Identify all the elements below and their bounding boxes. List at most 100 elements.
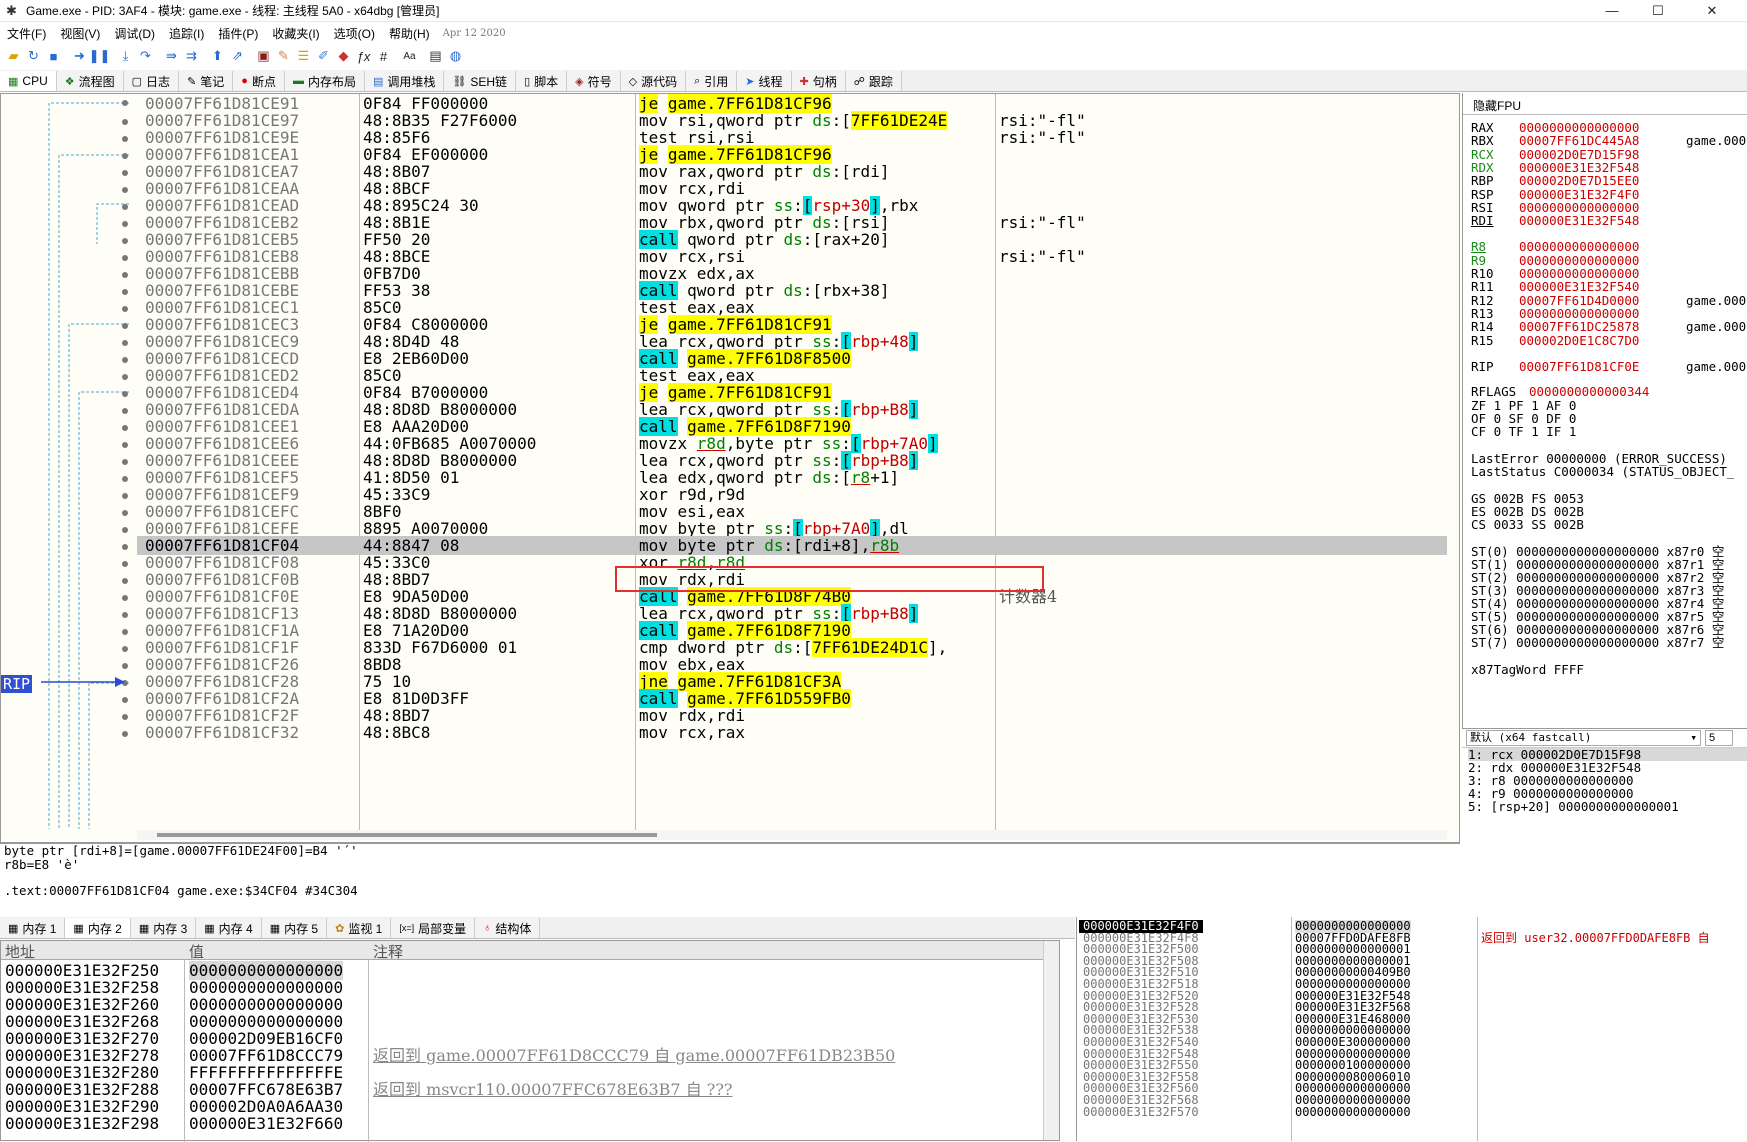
pause-icon[interactable]: ❚❚ [89,47,111,65]
x87-tagword[interactable]: x87TagWord FFFF [1471,663,1584,677]
tab-handles[interactable]: ✚ 句柄 [791,71,846,91]
info-line: .text:00007FF61D81CF04 game.exe:$34CF04 … [4,883,358,898]
tab-source[interactable]: ◇ 源代码 [620,71,687,91]
column-header-value[interactable]: 值 [189,941,204,962]
register-rdi[interactable]: RDI 000000E31E32F548 [1471,214,1639,228]
tab-memory-2[interactable]: ▦ 内存 2 [65,918,131,938]
tab-threads[interactable]: ➤ 线程 [737,71,792,91]
font-icon[interactable]: Aa [400,47,419,65]
hash-icon[interactable]: # [374,47,393,65]
close-icon[interactable]: ✕ [1690,0,1734,22]
calculator-icon[interactable]: ▤ [426,47,445,65]
watch-icon: ✿ [335,922,345,935]
column-header-comment[interactable]: 注释 [373,941,403,962]
instruction-bytes: 48:8BC8 [363,723,431,742]
tab-seh[interactable]: ⛓ SEH链 [444,71,517,91]
maximize-icon[interactable]: ☐ [1636,0,1680,22]
step-over-icon[interactable]: ↷ [136,47,155,65]
flowchart-icon: ❖ [64,75,75,88]
tab-symbols[interactable]: ◈ 符号 [567,71,621,91]
menu-plugins[interactable]: 插件(P) [211,25,265,42]
register-annotation: game.000 [1686,292,1747,308]
callstack-icon: ▤ [372,75,384,88]
disassembly-pane[interactable]: RIP 00007FF61D81CE91 0F84 FF000000 je game… [0,93,1460,843]
trace-into-icon[interactable]: ⇛ [162,47,181,65]
run-to-user-code-icon[interactable]: ⇗ [228,47,247,65]
fx-icon[interactable]: ƒx [354,47,373,65]
register-r15[interactable]: R15 000002D0E1C8C7D0 [1471,333,1639,348]
locals-icon: [x=] [399,923,415,933]
trace-over-icon[interactable]: ⇉ [182,47,201,65]
tab-references[interactable]: ⌕ 引用 [686,71,738,91]
minimize-icon[interactable]: — [1590,0,1634,22]
register-annotation: game.000 [1686,133,1747,149]
menu-trace[interactable]: 追踪(I) [162,25,211,42]
last-status[interactable]: LastStatus C0000034 (STATUS_OBJECT_ [1471,465,1734,479]
horizontal-scrollbar[interactable] [137,830,1447,840]
tab-struct[interactable]: ♁ 结构体 [475,918,541,938]
arguments-pane[interactable]: 1: rcx 000002D0E7D15F98 2: rdx 000000E31… [1462,748,1747,913]
bookmark-icon[interactable]: ✐ [314,47,333,65]
dump-row[interactable]: 000000E31E32F298 000000E31E32F660 [1,1114,1059,1133]
tab-memory-map[interactable]: ▬ 内存布局 [284,71,365,91]
tab-memory-3[interactable]: ▦ 内存 3 [130,918,197,938]
fpu-st-register[interactable]: ST(7) 0000000000000000000 x87r7 空 [1471,636,1724,650]
comment-icon[interactable]: ✎ [274,47,293,65]
trace-icon: ☍ [853,75,865,88]
patch-icon[interactable]: ▣ [254,47,273,65]
register-rip[interactable]: RIP 00007FF61D81CF0E game.000 [1471,359,1746,374]
tab-memory-4[interactable]: ▦ 内存 4 [196,918,262,938]
register-annotation: game.000 [1686,358,1747,374]
run-icon[interactable]: ➜ [70,47,89,65]
menu-favourites[interactable]: 收藏夹(I) [265,25,326,42]
hide-fpu-toggle[interactable]: 隐藏FPU [1463,93,1747,115]
function-icon[interactable]: ◆ [334,47,353,65]
vertical-scrollbar[interactable] [1043,941,1059,1140]
tab-callstack[interactable]: ▤ 调用堆栈 [364,71,445,91]
tab-memory-1[interactable]: ▦ 内存 1 [0,918,66,938]
menu-file[interactable]: 文件(F) [0,25,53,42]
register-value: 0000000000000344 [1529,384,1650,400]
build-date: Apr 12 2020 [442,27,506,39]
tab-flowchart[interactable]: ❖ 流程图 [56,71,124,91]
memory-dump-pane[interactable]: 地址 值 注释 000000E31E32F250 0000000000000000… [0,940,1060,1142]
script-icon: ▯ [524,75,531,88]
memory-icon: ▦ [8,922,19,935]
menu-options[interactable]: 选项(O) [327,25,382,42]
tab-watch-1[interactable]: ✿ 监视 1 [327,918,392,938]
memory-icon: ▦ [73,922,84,935]
tab-locals[interactable]: [x=] 局部变量 [391,918,476,938]
call-convention-bar: 默认 (x64 fastcall) ▾ 5 [1462,728,1747,748]
stop-icon[interactable]: ■ [44,47,63,65]
menu-help[interactable]: 帮助(H) [382,25,437,42]
label-icon[interactable]: ☰ [294,47,313,65]
step-into-icon[interactable]: ⤓ [116,47,135,65]
arg-count-spinner[interactable]: 5 [1705,730,1733,746]
disasm-row[interactable]: 00007FF61D81CF32 48:8BC8 mov rcx,rax [137,723,1447,742]
menu-debug[interactable]: 调试(D) [107,25,162,42]
open-icon[interactable]: ▰ [4,47,23,65]
tab-trace[interactable]: ☍ 跟踪 [845,71,902,91]
register-rflags[interactable]: RFLAGS 0000000000000344 [1471,385,1649,399]
stack-pane[interactable]: 000000E31E32F4F0 0000000000000000 000000E3… [1076,917,1747,1141]
disassembly-listing[interactable]: 00007FF61D81CE91 0F84 FF000000 je game.7FF… [137,94,1447,824]
tab-script[interactable]: ▯ 脚本 [516,71,568,91]
memory-icon: ▦ [269,922,281,935]
tab-notes[interactable]: ✎ 笔记 [179,71,234,91]
segment-row[interactable]: CS 0033 SS 002B [1471,518,1584,532]
menu-view[interactable]: 视图(V) [53,25,107,42]
restart-icon[interactable]: ↻ [24,47,43,65]
memory-icon: ▦ [204,922,215,935]
window-title: Game.exe - PID: 3AF4 - 模块: game.exe - 线程… [26,4,440,18]
tab-breakpoints[interactable]: ● 断点 [233,71,285,91]
tab-memory-5[interactable]: ▦ 内存 5 [261,918,328,938]
info-line: r8b=E8 'è' [4,857,80,872]
globe-icon[interactable]: ◍ [446,47,465,65]
stack-value: 0000000000000000 [1295,1104,1411,1119]
tab-log[interactable]: ▢ 日志 [123,71,180,91]
execute-till-return-icon[interactable]: ⬆ [208,47,227,65]
flags-row[interactable]: CF 0 TF 1 IF 1 [1471,425,1576,439]
calling-convention-select[interactable]: 默认 (x64 fastcall) ▾ [1466,730,1701,746]
column-header-address[interactable]: 地址 [5,941,35,962]
tab-cpu[interactable]: ▦ CPU [0,71,57,91]
